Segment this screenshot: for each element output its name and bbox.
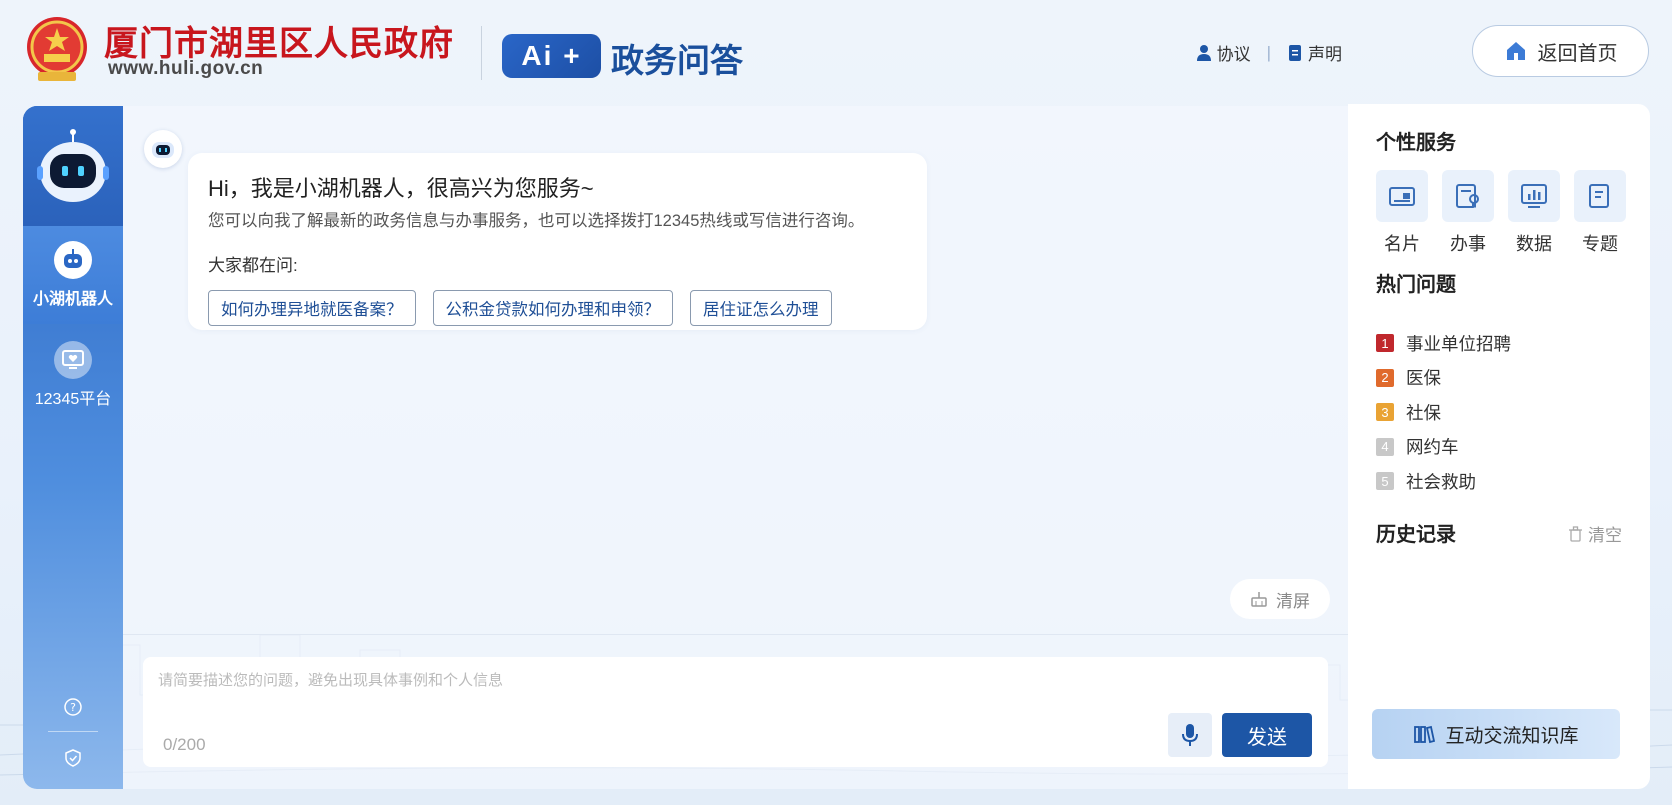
hot-list: 1 事业单位招聘 2 医保 3 社保 4 网约车 5 社会救助 (1376, 326, 1511, 499)
service-label: 数据 (1516, 234, 1552, 254)
hot-label: 事业单位招聘 (1406, 333, 1511, 354)
list-item[interactable]: 2 医保 (1376, 361, 1511, 396)
nav-bottom-divider (48, 731, 98, 732)
ai-badge: Ai + (502, 34, 601, 78)
nav-item-12345[interactable]: 12345平台 (23, 326, 123, 424)
greeting-text: Hi，我是小湖机器人，很高兴为您服务~ (208, 176, 594, 201)
svg-text:?: ? (70, 701, 76, 714)
char-count: 0/200 (163, 735, 206, 754)
gov-url: www.huli.gov.cn (108, 58, 264, 79)
services-title: 个性服务 (1376, 132, 1456, 154)
top-links: 协议 | 声明 (1196, 40, 1342, 65)
link-separator: | (1266, 42, 1271, 62)
monitor-heart-icon (54, 341, 92, 379)
product-title: 政务问答 (611, 42, 743, 79)
clear-screen-label: 清屏 (1276, 591, 1310, 611)
microphone-icon (1182, 724, 1198, 746)
agreement-link[interactable]: 协议 (1196, 40, 1251, 65)
list-item[interactable]: 5 社会救助 (1376, 464, 1511, 499)
left-nav: 小湖机器人 12345平台 ? (23, 106, 123, 789)
history-clear-label: 清空 (1588, 526, 1622, 545)
chat-divider (123, 634, 1348, 635)
hot-label: 网约车 (1406, 437, 1459, 458)
chart-icon (1521, 184, 1547, 208)
hot-label: 社保 (1406, 402, 1441, 423)
hot-label: 社会救助 (1406, 471, 1476, 492)
hot-title: 热门问题 (1376, 274, 1456, 296)
user-icon (1196, 44, 1211, 61)
robot-icon (152, 142, 174, 158)
send-button[interactable]: 发送 (1222, 713, 1312, 757)
home-icon (1506, 42, 1525, 60)
question-input[interactable] (143, 657, 1328, 737)
suggestion-chip[interactable]: 如何办理异地就医备案？ (208, 290, 416, 326)
intro-text: 您可以向我了解最新的政务信息与办事服务，也可以选择拨打12345热线或写信进行咨… (208, 212, 865, 230)
robot-logo (23, 106, 123, 226)
national-emblem-icon (27, 17, 87, 81)
service-label: 名片 (1384, 234, 1420, 254)
history-clear-button[interactable]: 清空 (1568, 521, 1622, 546)
rank-badge: 4 (1376, 437, 1394, 456)
right-panel: 个性服务 名片 办事 数据 专题 热门问题 1 事业单位招聘 2 医保 3 社保… (1348, 104, 1650, 789)
service-topic[interactable]: 专题 (1574, 170, 1626, 256)
ask-label: 大家都在问: (208, 256, 298, 275)
header: 厦门市湖里区人民政府 www.huli.gov.cn Ai + 政务问答 协议 … (0, 0, 1672, 104)
trash-icon (1569, 525, 1582, 542)
welcome-bubble: Hi，我是小湖机器人，很高兴为您服务~ 您可以向我了解最新的政务信息与办事服务，… (188, 153, 927, 330)
history-title: 历史记录 (1376, 524, 1456, 546)
hot-label: 医保 (1406, 368, 1441, 389)
statement-label: 声明 (1308, 45, 1342, 64)
list-item[interactable]: 3 社保 (1376, 395, 1511, 430)
statement-link[interactable]: 声明 (1287, 40, 1342, 65)
broom-icon (1251, 592, 1267, 607)
header-divider (481, 26, 482, 80)
service-affairs[interactable]: 办事 (1442, 170, 1494, 256)
list-item[interactable]: 4 网约车 (1376, 430, 1511, 465)
service-card[interactable]: 名片 (1376, 170, 1428, 256)
rank-badge: 5 (1376, 472, 1394, 491)
nav-item-robot[interactable]: 小湖机器人 (23, 226, 123, 324)
topic-icon (1589, 184, 1609, 208)
knowledge-base-button[interactable]: 互动交流知识库 (1372, 709, 1620, 759)
list-item[interactable]: 1 事业单位招聘 (1376, 326, 1511, 361)
chat-area: Hi，我是小湖机器人，很高兴为您服务~ 您可以向我了解最新的政务信息与办事服务，… (123, 106, 1348, 789)
voice-input-button[interactable] (1168, 713, 1212, 757)
service-label: 办事 (1450, 234, 1486, 254)
certificate-icon (1456, 184, 1479, 208)
knowledge-base-label: 互动交流知识库 (1445, 725, 1579, 747)
rank-badge: 1 (1376, 334, 1394, 353)
help-icon[interactable]: ? (63, 697, 83, 717)
card-icon (1389, 187, 1415, 206)
shield-icon[interactable] (63, 748, 83, 768)
service-label: 专题 (1582, 234, 1618, 254)
clear-screen-button[interactable]: 清屏 (1230, 579, 1330, 619)
nav-item-12345-label: 12345平台 (34, 391, 112, 408)
suggestion-chips: 如何办理异地就医备案？ 公积金贷款如何办理和申领？ 居住证怎么办理 (208, 290, 907, 326)
books-icon (1414, 725, 1436, 744)
service-data[interactable]: 数据 (1508, 170, 1560, 256)
suggestion-chip[interactable]: 公积金贷款如何办理和申领？ (432, 290, 673, 326)
agreement-label: 协议 (1216, 45, 1251, 64)
input-box: 0/200 发送 (143, 657, 1328, 767)
suggestion-chip[interactable]: 居住证怎么办理 (690, 290, 832, 326)
bot-avatar (144, 130, 182, 168)
robot-logo-icon (37, 129, 109, 202)
robot-icon (54, 241, 92, 279)
home-label: 返回首页 (1537, 42, 1618, 65)
services-grid: 名片 办事 数据 专题 (1376, 170, 1626, 256)
home-button[interactable]: 返回首页 (1472, 25, 1649, 77)
nav-item-robot-label: 小湖机器人 (32, 291, 113, 308)
rank-badge: 3 (1376, 403, 1394, 422)
document-icon (1289, 44, 1301, 61)
rank-badge: 2 (1376, 368, 1394, 387)
